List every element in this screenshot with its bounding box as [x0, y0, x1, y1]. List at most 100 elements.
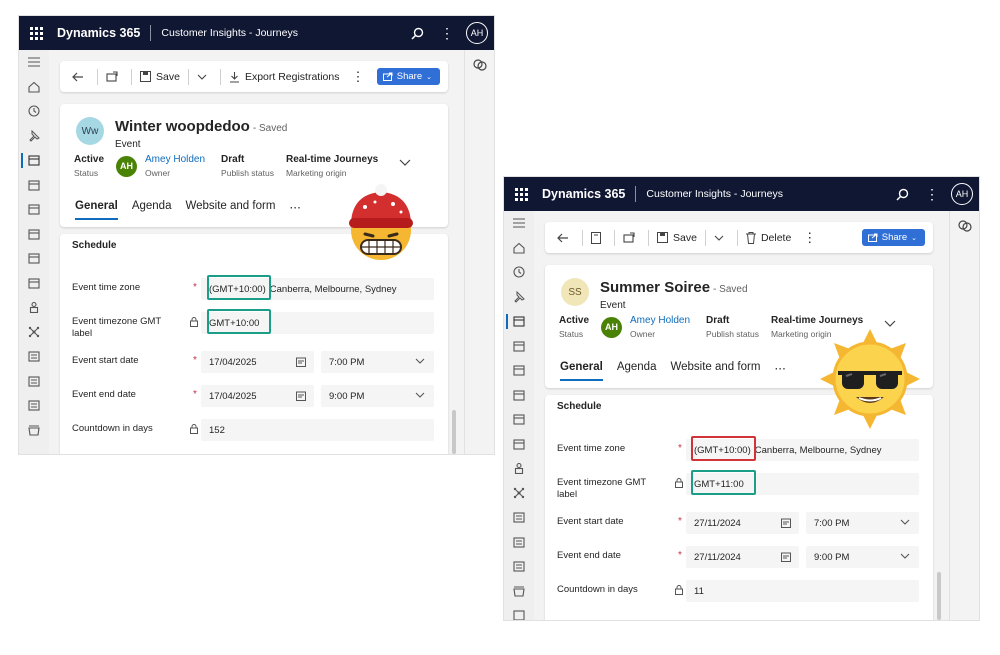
tab-more[interactable]: ⋯ — [774, 361, 786, 381]
calendar-icon[interactable] — [19, 197, 49, 222]
back-button[interactable] — [66, 61, 95, 92]
delete-button[interactable]: Delete — [740, 222, 797, 253]
calendar-icon[interactable] — [296, 391, 306, 401]
calendar-icon[interactable] — [19, 173, 49, 198]
search-icon[interactable] — [402, 16, 432, 50]
save-options-chevron[interactable] — [191, 61, 218, 92]
pin-icon[interactable] — [504, 285, 534, 310]
building-icon[interactable] — [504, 579, 534, 604]
start-date-input[interactable]: 17/04/2025 — [201, 351, 314, 373]
user-avatar[interactable]: AH — [466, 22, 488, 44]
start-time-select[interactable]: 7:00 PM — [321, 351, 434, 373]
scrollbar[interactable] — [937, 572, 941, 620]
calendar-icon[interactable] — [19, 246, 49, 271]
tab-more[interactable]: ⋯ — [289, 200, 301, 220]
tab-agenda[interactable]: Agenda — [617, 361, 657, 381]
pin-icon[interactable] — [19, 124, 49, 149]
share-button[interactable]: Share ⌄ — [861, 229, 925, 246]
home-icon[interactable] — [19, 75, 49, 100]
save-button[interactable]: Save — [651, 222, 703, 253]
network-icon[interactable] — [19, 320, 49, 345]
start-date-input[interactable]: 27/11/2024 — [686, 512, 799, 534]
open-in-new-window-button[interactable] — [100, 61, 129, 92]
tab-agenda[interactable]: Agenda — [132, 200, 172, 220]
waffle-icon[interactable] — [19, 16, 53, 50]
building-icon[interactable] — [19, 344, 49, 369]
building-icon[interactable] — [19, 418, 49, 443]
end-time-select[interactable]: 9:00 PM — [321, 385, 434, 407]
end-time-select[interactable]: 9:00 PM — [806, 546, 919, 568]
owner-field[interactable]: AH Amey Holden Owner — [116, 154, 205, 178]
calendar-icon[interactable] — [504, 407, 534, 432]
owner-field[interactable]: AH Amey Holden Owner — [601, 315, 690, 339]
command-bar: Save Export Registrations ⋮ Share ⌄ — [60, 61, 448, 92]
waffle-icon[interactable] — [504, 177, 538, 211]
back-button[interactable] — [551, 222, 580, 253]
event-icon[interactable] — [19, 148, 49, 173]
tab-general[interactable]: General — [560, 361, 603, 381]
owner-name[interactable]: Amey Holden — [630, 315, 690, 326]
end-date-input[interactable]: 17/04/2025 — [201, 385, 314, 407]
calendar-icon[interactable] — [19, 222, 49, 247]
save-label: Save — [156, 70, 180, 83]
export-registrations-button[interactable]: Export Registrations — [223, 61, 346, 92]
building-icon[interactable] — [504, 603, 534, 620]
building-icon[interactable] — [504, 530, 534, 555]
status-label: Status — [559, 329, 584, 339]
save-options-chevron[interactable] — [708, 222, 735, 253]
gmt-label-row: Event timezone GMT label GMT+11:00 — [557, 470, 923, 503]
chevron-down-icon[interactable] — [399, 157, 411, 169]
calendar-icon[interactable] — [504, 383, 534, 408]
calendar-icon[interactable] — [781, 518, 791, 528]
calendar-icon[interactable] — [504, 432, 534, 457]
calendar-icon[interactable] — [296, 357, 306, 367]
more-commands-icon[interactable]: ⋮ — [797, 222, 822, 253]
person-icon[interactable] — [19, 295, 49, 320]
record-title-text: Summer Soiree — [600, 279, 711, 296]
brand-name[interactable]: Dynamics 365 — [542, 187, 625, 201]
user-avatar[interactable]: AH — [951, 183, 973, 205]
more-icon[interactable]: ⋮ — [432, 16, 462, 50]
building-icon[interactable] — [504, 554, 534, 579]
start-time-value: 7:00 PM — [329, 356, 365, 368]
search-icon[interactable] — [887, 177, 917, 211]
more-commands-icon[interactable]: ⋮ — [345, 61, 370, 92]
hamburger-icon[interactable] — [504, 211, 534, 236]
home-icon[interactable] — [504, 236, 534, 261]
open-in-new-window-button[interactable] — [617, 222, 646, 253]
tab-general[interactable]: General — [75, 200, 118, 220]
owner-name[interactable]: Amey Holden — [145, 154, 205, 165]
save-button[interactable]: Save — [134, 61, 186, 92]
tab-list: General Agenda Website and form ⋯ — [560, 361, 800, 381]
share-button[interactable]: Share ⌄ — [376, 68, 440, 85]
calendar-icon[interactable] — [504, 334, 534, 359]
recent-icon[interactable] — [19, 99, 49, 124]
start-time-select[interactable]: 7:00 PM — [806, 512, 919, 534]
command-divider — [219, 68, 221, 85]
hamburger-icon[interactable] — [19, 50, 49, 75]
network-icon[interactable] — [504, 481, 534, 506]
calendar-icon[interactable] — [19, 271, 49, 296]
timezone-row: Event time zone * (GMT+10:00) Canberra, … — [72, 275, 438, 300]
calendar-icon[interactable] — [781, 552, 791, 562]
event-icon[interactable] — [504, 309, 534, 334]
app-name[interactable]: Customer Insights - Journeys — [161, 27, 298, 39]
record-set-button[interactable] — [585, 222, 612, 253]
timezone-city: Canberra, Melbourne, Sydney — [269, 283, 397, 295]
calendar-icon[interactable] — [504, 358, 534, 383]
recent-icon[interactable] — [504, 260, 534, 285]
end-date-input[interactable]: 27/11/2024 — [686, 546, 799, 568]
more-icon[interactable]: ⋮ — [917, 177, 947, 211]
scrollbar[interactable] — [452, 410, 456, 454]
building-icon[interactable] — [19, 369, 49, 394]
building-icon[interactable] — [19, 393, 49, 418]
person-icon[interactable] — [504, 456, 534, 481]
app-name[interactable]: Customer Insights - Journeys — [646, 188, 783, 200]
record-title: Summer Soiree - Saved — [600, 279, 748, 296]
tab-website-and-form[interactable]: Website and form — [670, 361, 760, 381]
building-icon[interactable] — [504, 505, 534, 530]
brand-name[interactable]: Dynamics 365 — [57, 26, 140, 40]
copilot-icon[interactable] — [473, 58, 487, 72]
tab-website-and-form[interactable]: Website and form — [185, 200, 275, 220]
copilot-icon[interactable] — [958, 219, 972, 233]
